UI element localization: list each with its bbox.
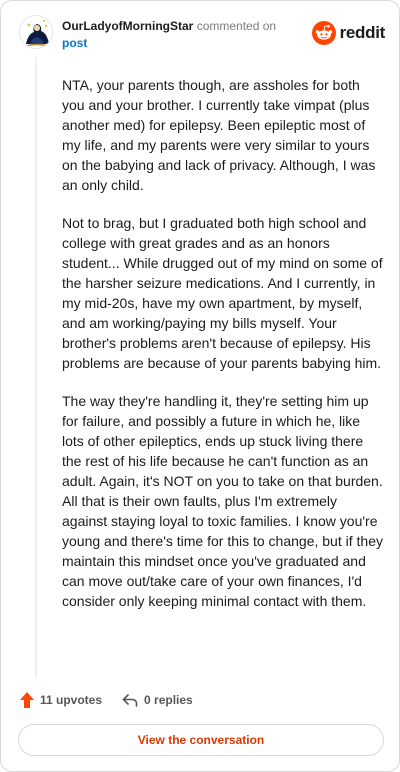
comment-card: OurLadyofMorningStar commented on post r… — [0, 0, 400, 772]
comment-header: OurLadyofMorningStar commented on post r… — [19, 15, 385, 55]
reddit-wordmark: reddit — [339, 23, 386, 42]
upvote-count: 11 upvotes — [40, 693, 103, 707]
comment-meta: OurLadyofMorningStar commented on post — [62, 18, 312, 52]
comment-body: NTA, your parents though, are assholes f… — [62, 75, 384, 629]
user-avatar[interactable] — [19, 15, 53, 49]
comment-paragraph: NTA, your parents though, are assholes f… — [62, 77, 376, 193]
upvote-arrow-icon[interactable] — [19, 691, 35, 709]
post-link[interactable]: post — [62, 35, 312, 52]
thread-line — [35, 57, 37, 677]
comment-paragraph: Not to brag, but I graduated both high s… — [62, 215, 383, 371]
reddit-logo[interactable]: reddit — [311, 19, 386, 47]
comment-paragraph: The way they're handling it, they're set… — [62, 393, 383, 609]
view-conversation-button[interactable]: View the conversation — [18, 724, 384, 756]
reply-icon[interactable] — [122, 693, 138, 707]
reply-count: 0 replies — [144, 693, 193, 707]
comment-action-text: commented on — [196, 19, 277, 33]
username[interactable]: OurLadyofMorningStar — [62, 19, 193, 33]
comment-footer: 11 upvotes 0 replies — [19, 691, 193, 709]
reddit-snoo-icon — [311, 21, 336, 45]
